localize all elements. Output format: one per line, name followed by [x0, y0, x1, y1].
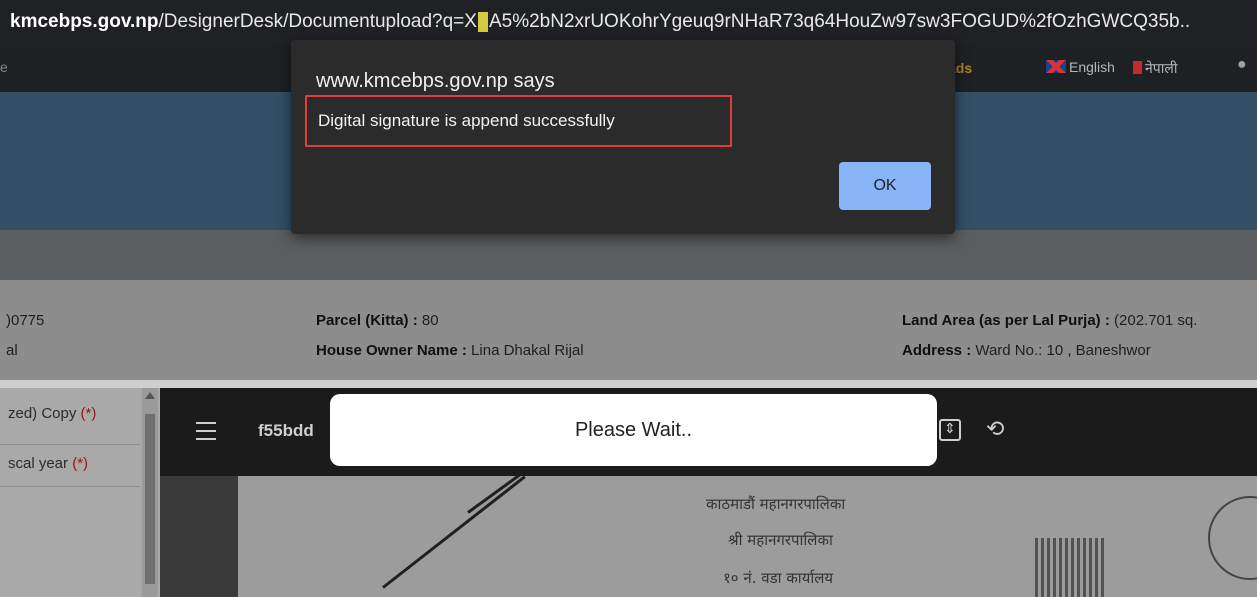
divider [0, 444, 140, 445]
address-value: Ward No.: 10 , Baneshwor [975, 342, 1151, 359]
office-seal-image [1208, 496, 1257, 580]
document-file-name: f55bdd [258, 421, 314, 440]
document-list: zed) Copy (*) scal year (*) [0, 388, 160, 597]
url-path-start: /DesignerDesk/Documentupload?q=X [158, 11, 477, 32]
please-wait-indicator: Please Wait.. [330, 394, 937, 466]
parcel-value: 80 [421, 312, 439, 329]
document-list-item[interactable]: zed) Copy (*) [8, 405, 96, 422]
scrollbar-thumb[interactable] [145, 414, 155, 584]
signature-stroke [382, 476, 526, 589]
dialog-title: www.kmcebps.gov.np says [316, 70, 555, 92]
address-bar[interactable]: kmcebps.gov.np/DesignerDesk/Documentuplo… [0, 0, 1257, 44]
document-preview: काठमाडौं महानगरपालिका श्री महानगरपालिका … [238, 476, 1257, 597]
address-label: Address : [902, 342, 972, 359]
document-list-item-label: zed) Copy [8, 405, 77, 422]
document-list-item-label: scal year [8, 455, 69, 472]
nav-left-fragment[interactable]: e [0, 59, 8, 75]
uk-flag-icon [1046, 60, 1066, 73]
highlighted-message-box: Digital signature is append successfully [305, 95, 732, 147]
applicant-name: al [6, 342, 18, 359]
address-info: Address : Ward No.: 10 , Baneshwor [902, 342, 1151, 359]
document-list-item[interactable]: scal year (*) [8, 455, 88, 472]
land-area-label: Land Area (as per Lal Purja) : [902, 312, 1110, 329]
required-marker: (*) [80, 405, 97, 422]
ok-button[interactable]: OK [839, 162, 931, 210]
land-area-value: (202.701 sq. [1114, 312, 1198, 329]
signature-stroke [467, 476, 542, 514]
owner-info: House Owner Name : Lina Dhakal Rijal [316, 342, 584, 359]
application-info-bar: )0775 al Parcel (Kitta) : 80 House Owner… [0, 280, 1257, 380]
qr-code-image [1035, 538, 1105, 597]
url-path-end: A5%2bN2xrUOKohrYgeuq9rNHaR73q64HouZw97sw… [488, 11, 1191, 32]
url-host: kmcebps.gov.np [10, 11, 159, 32]
alert-dialog: www.kmcebps.gov.np says Digital signatur… [291, 40, 955, 234]
scroll-up-icon[interactable] [145, 392, 155, 399]
page-header-stripe [0, 230, 1257, 280]
dialog-message: Digital signature is append successfully [318, 111, 615, 130]
owner-value: Lina Dhakal Rijal [471, 342, 584, 359]
menu-icon[interactable] [196, 422, 216, 446]
pdf-viewer-margin [160, 476, 238, 597]
land-area-info: Land Area (as per Lal Purja) : (202.701 … [902, 312, 1197, 329]
owner-label: House Owner Name : [316, 342, 467, 359]
document-text-line: काठमाडौं महानगरपालिका [706, 495, 846, 513]
divider [0, 486, 140, 487]
rotate-icon[interactable]: ⟲ [986, 416, 1004, 442]
application-id: )0775 [6, 312, 45, 329]
fit-to-page-icon[interactable] [939, 419, 961, 441]
language-english-link[interactable]: English [1046, 59, 1115, 75]
language-english-label: English [1069, 59, 1115, 75]
language-nepali-link[interactable]: नेपाली [1133, 59, 1177, 78]
parcel-label: Parcel (Kitta) : [316, 312, 418, 329]
parcel-info: Parcel (Kitta) : 80 [316, 312, 439, 329]
nepal-flag-icon [1133, 61, 1142, 74]
required-marker: (*) [72, 455, 89, 472]
document-text-line: १० नं. वडा कार्यालय [723, 569, 834, 587]
text-cursor-icon [477, 11, 488, 32]
chat-icon[interactable]: ● [1237, 56, 1247, 74]
document-text-line: श्री महानगरपालिका [728, 531, 833, 549]
language-nepali-label: नेपाली [1145, 60, 1178, 76]
